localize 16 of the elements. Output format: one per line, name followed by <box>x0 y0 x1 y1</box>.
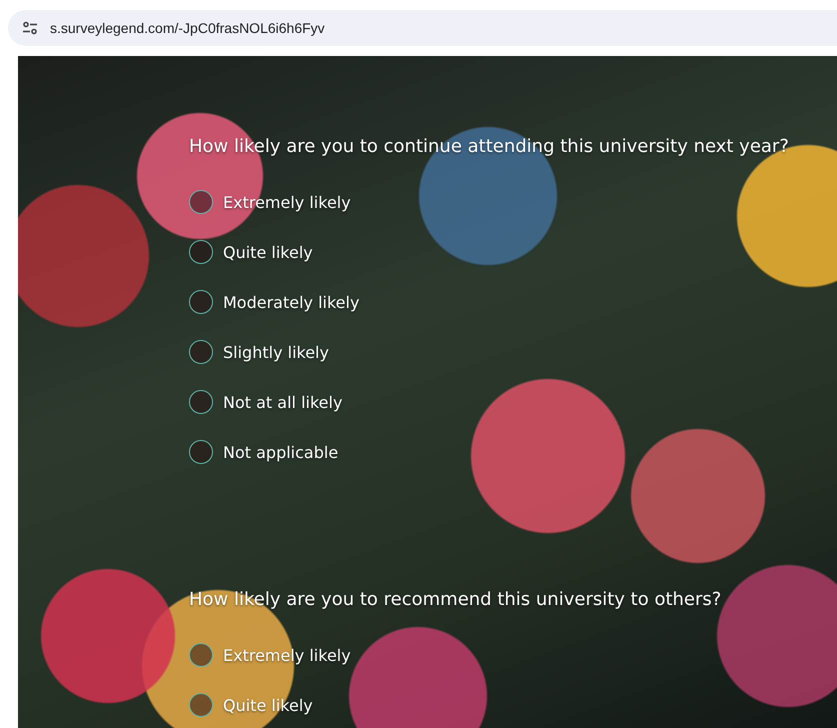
option-label[interactable]: Not applicable <box>223 442 338 462</box>
option-label[interactable]: Moderately likely <box>223 292 360 312</box>
radio-button[interactable] <box>189 290 213 314</box>
radio-button[interactable] <box>189 440 213 464</box>
option-label[interactable]: Quite likely <box>223 242 313 262</box>
radio-button[interactable] <box>189 190 213 214</box>
option-label[interactable]: Not at all likely <box>223 392 342 412</box>
radio-button[interactable] <box>189 643 213 667</box>
radio-button[interactable] <box>189 693 213 717</box>
option-label[interactable]: Slightly likely <box>223 342 329 362</box>
radio-button[interactable] <box>189 390 213 414</box>
tune-icon[interactable] <box>22 21 38 35</box>
address-bar[interactable]: s.surveylegend.com/-JpC0frasNOL6i6h6Fyv <box>8 10 837 46</box>
radio-button[interactable] <box>189 240 213 264</box>
radio-button[interactable] <box>189 340 213 364</box>
url-text: s.surveylegend.com/-JpC0frasNOL6i6h6Fyv <box>50 20 325 36</box>
